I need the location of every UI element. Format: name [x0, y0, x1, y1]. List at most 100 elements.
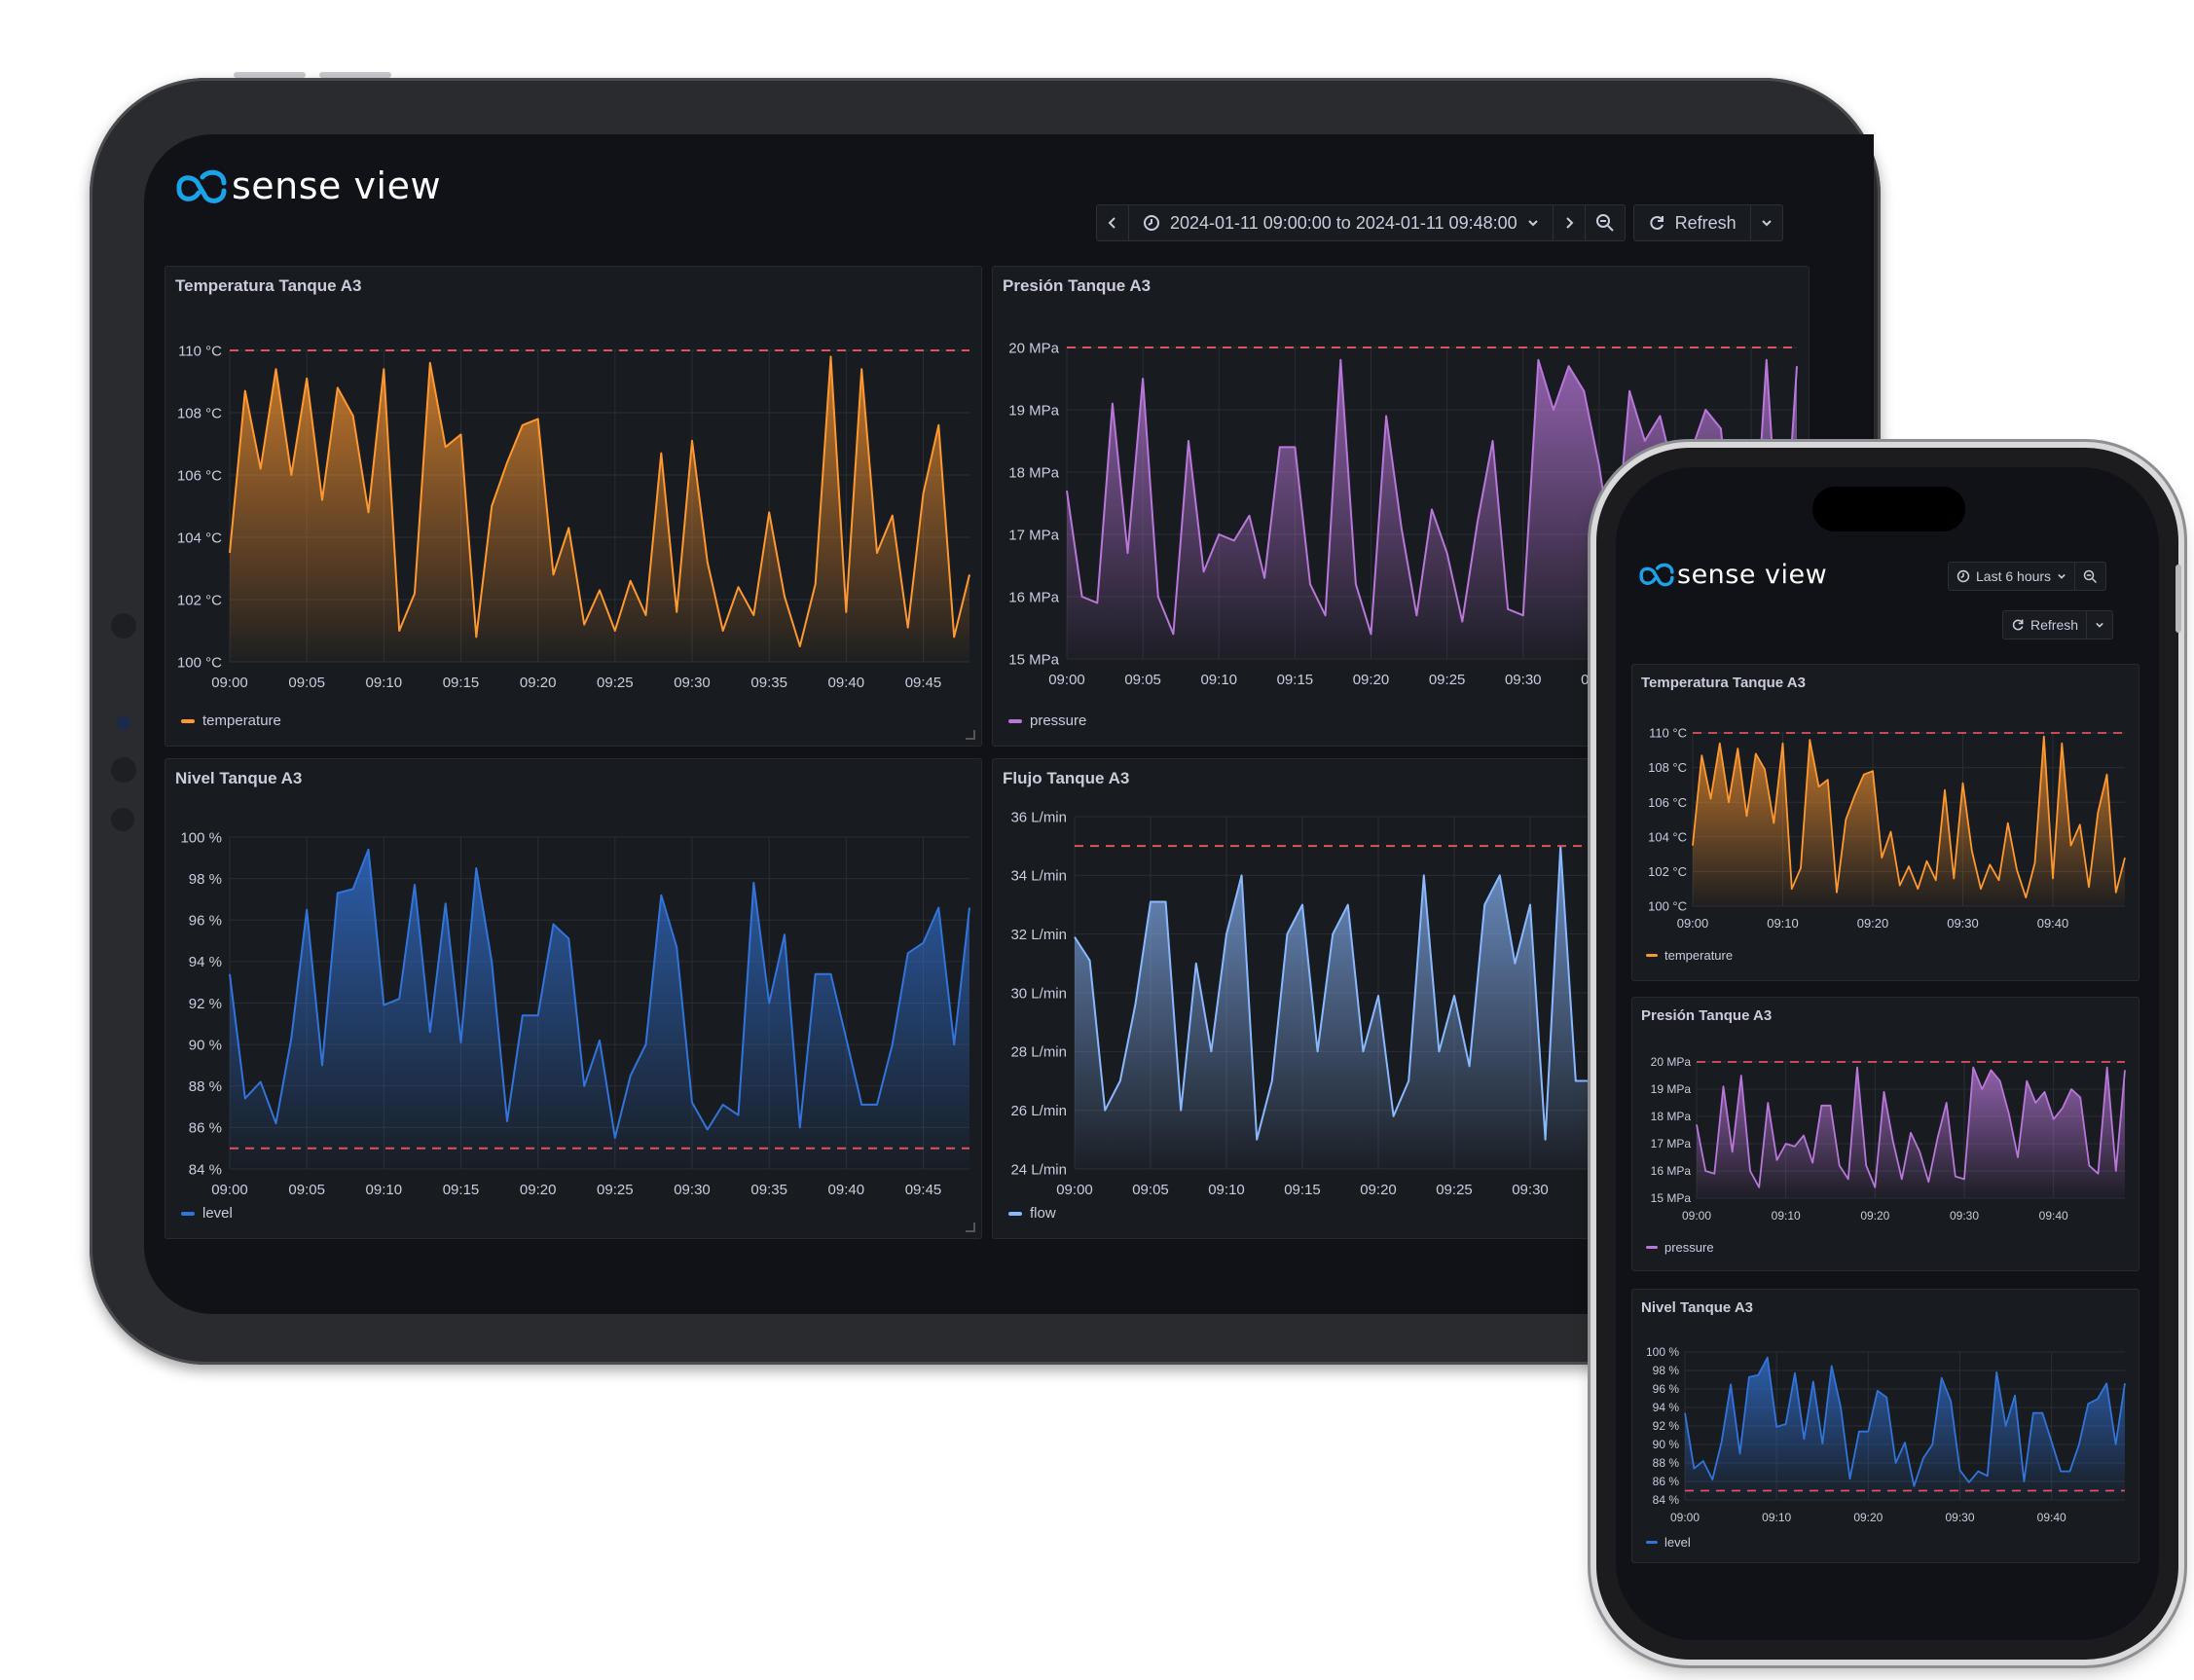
x-tick-label: 09:10	[366, 675, 403, 691]
y-tick-label: 108 °C	[177, 405, 222, 421]
tablet-camera	[117, 716, 130, 730]
x-tick-label: 09:25	[597, 1182, 634, 1198]
x-tick-label: 09:30	[1945, 1511, 1974, 1524]
time-range-label: Last 6 hours	[1976, 568, 2052, 584]
x-tick-label: 09:10	[1208, 1182, 1245, 1198]
chevron-down-icon	[2058, 573, 2066, 579]
y-tick-label: 94 %	[1653, 1401, 1680, 1414]
y-tick-label: 100 %	[1646, 1345, 1679, 1359]
legend-label: pressure	[1664, 1240, 1714, 1255]
y-tick-label: 36 L/min	[1010, 809, 1067, 825]
y-tick-label: 104 °C	[1648, 829, 1687, 844]
x-tick-label: 09:45	[905, 1182, 942, 1198]
pressure-chart: 15 MPa 16 MPa 17 MPa 18 MPa 19 MPa 20 MPa 09:0…	[1651, 1055, 2126, 1223]
y-tick-label: 18 MPa	[1651, 1110, 1692, 1123]
y-tick-label: 32 L/min	[1010, 927, 1067, 943]
resize-handle[interactable]	[966, 1223, 975, 1232]
level-chart: 84 % 86 % 88 % 90 % 92 % 94 % 96 % 98 % 100 % 09:…	[180, 829, 970, 1198]
y-tick-label: 24 L/min	[1010, 1161, 1067, 1178]
clock-icon	[1956, 569, 1970, 583]
time-range-group: 2024-01-11 09:00:00 to 2024-01-11 09:48:…	[1096, 204, 1626, 241]
level-chart: 84 % 86 % 88 % 90 % 92 % 94 % 96 % 98 % 100 % 09:…	[1646, 1345, 2126, 1524]
chart-legend[interactable]: pressure	[1008, 712, 1086, 729]
x-tick-label: 09:40	[828, 675, 865, 691]
zoom-out-icon	[2083, 569, 2098, 583]
x-tick-label: 09:10	[366, 1182, 403, 1198]
y-tick-label: 84 %	[189, 1161, 222, 1178]
panel-title: Presión Tanque A3	[1003, 276, 1152, 295]
y-tick-label: 98 %	[1653, 1364, 1680, 1377]
y-tick-label: 84 %	[1653, 1493, 1680, 1507]
time-range-picker[interactable]: Last 6 hours	[1949, 563, 2076, 590]
infinity-link-icon	[1639, 563, 1674, 587]
legend-label: temperature	[202, 712, 281, 729]
time-next-button[interactable]	[1554, 205, 1586, 240]
brand-logo: sense view	[173, 164, 441, 208]
y-tick-label: 96 %	[189, 913, 222, 930]
refresh-interval-dropdown[interactable]	[2087, 611, 2112, 639]
panel-title: Nivel Tanque A3	[1641, 1299, 1754, 1316]
x-tick-label: 09:00	[1056, 1182, 1093, 1198]
x-tick-label: 09:40	[2037, 1511, 2066, 1524]
chart-legend[interactable]: level	[1646, 1535, 1691, 1550]
panel-level[interactable]: 84 % 86 % 88 % 90 % 92 % 94 % 96 % 98 % 100 % 09:…	[165, 758, 982, 1239]
x-tick-label: 09:05	[288, 1182, 325, 1198]
y-tick-label: 19 MPa	[1651, 1082, 1692, 1096]
y-tick-label: 96 %	[1653, 1382, 1680, 1396]
series-area	[1685, 1357, 2125, 1500]
x-tick-label: 09:45	[905, 675, 942, 691]
y-tick-label: 94 %	[189, 954, 222, 970]
x-tick-label: 09:00	[211, 675, 248, 691]
tablet-sensor	[111, 808, 134, 831]
refresh-button[interactable]: Refresh	[1634, 205, 1751, 240]
y-tick-label: 34 L/min	[1010, 868, 1067, 885]
brand-name: sense view	[232, 164, 442, 207]
chevron-right-icon	[1565, 217, 1574, 229]
tablet-time-toolbar: 2024-01-11 09:00:00 to 2024-01-11 09:48:…	[1096, 204, 1783, 241]
y-tick-label: 16 MPa	[1651, 1164, 1692, 1178]
chart-legend[interactable]: temperature	[181, 712, 281, 729]
x-tick-label: 09:40	[828, 1182, 865, 1198]
time-range-picker[interactable]: 2024-01-11 09:00:00 to 2024-01-11 09:48:…	[1129, 205, 1554, 240]
chart-legend[interactable]: temperature	[1646, 948, 1733, 963]
refresh-interval-dropdown[interactable]	[1751, 205, 1782, 240]
panel-temperature[interactable]: 100 °C 102 °C 104 °C 106 °C 108 °C 110 °C 09:0…	[165, 266, 982, 747]
chart-legend[interactable]: pressure	[1646, 1240, 1714, 1255]
y-tick-label: 90 %	[189, 1037, 222, 1053]
panel-title: Temperatura Tanque A3	[1641, 675, 1806, 691]
phone-panel-pressure[interactable]: 15 MPa 16 MPa 17 MPa 18 MPa 19 MPa 20 MPa 09:0…	[1631, 997, 2139, 1271]
temperature-chart: 100 °C 102 °C 104 °C 106 °C 108 °C 110 °C 09:0…	[177, 343, 970, 691]
tablet-sensor	[111, 613, 136, 639]
refresh-label: Refresh	[2030, 617, 2079, 633]
x-tick-label: 09:05	[1132, 1182, 1169, 1198]
time-prev-button[interactable]	[1097, 205, 1129, 240]
legend-swatch	[1008, 718, 1022, 723]
chart-legend[interactable]: flow	[1008, 1205, 1056, 1222]
chevron-down-icon	[1527, 220, 1538, 227]
chart-legend[interactable]: level	[181, 1205, 233, 1222]
refresh-icon	[1650, 216, 1664, 230]
y-tick-label: 106 °C	[1648, 795, 1687, 810]
zoom-out-button[interactable]	[2075, 563, 2105, 590]
refresh-button[interactable]: Refresh	[2003, 611, 2088, 639]
legend-swatch	[181, 718, 195, 723]
zoom-out-button[interactable]	[1586, 205, 1625, 240]
clock-icon	[1144, 215, 1159, 231]
x-tick-label: 09:00	[211, 1182, 248, 1198]
x-tick-label: 09:20	[1360, 1182, 1397, 1198]
legend-swatch	[1646, 1246, 1658, 1249]
series-area	[230, 356, 969, 662]
x-tick-label: 09:35	[750, 675, 787, 691]
resize-handle[interactable]	[966, 730, 975, 740]
y-tick-label: 19 MPa	[1008, 402, 1059, 419]
x-tick-label: 09:15	[443, 675, 480, 691]
phone-panel-temperature[interactable]: 100 °C 102 °C 104 °C 106 °C 108 °C 110 °C 09:0…	[1631, 664, 2139, 981]
y-tick-label: 110 °C	[178, 343, 222, 359]
phone-refresh-group: Refresh	[2002, 610, 2114, 639]
refresh-group: Refresh	[1632, 204, 1783, 241]
legend-swatch	[1008, 1211, 1022, 1216]
x-tick-label: 09:30	[674, 1182, 711, 1198]
y-tick-label: 88 %	[189, 1078, 222, 1095]
brand-logo: sense view	[1637, 559, 1827, 590]
phone-panel-level[interactable]: 84 % 86 % 88 % 90 % 92 % 94 % 96 % 98 % 100 % 09:…	[1631, 1289, 2139, 1563]
